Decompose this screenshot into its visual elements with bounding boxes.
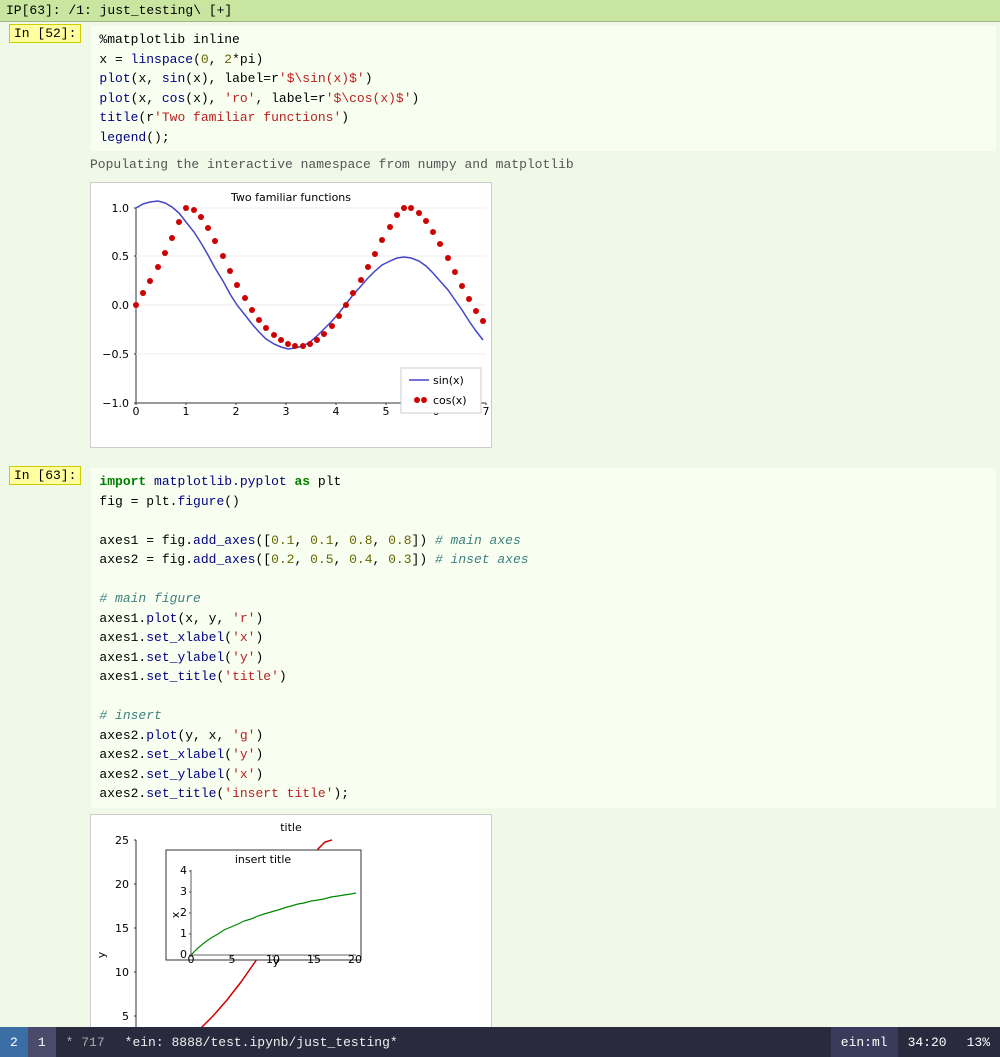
cell-label-52: In [52]: [3,24,87,153]
svg-text:0.0: 0.0 [112,299,130,312]
svg-text:−1.0: −1.0 [102,397,129,410]
chart2: title y x 0 5 10 [90,814,492,1028]
svg-text:sin(x): sin(x) [433,374,464,387]
svg-text:0.5: 0.5 [112,250,130,263]
svg-text:5: 5 [229,953,236,966]
status-percent: 13% [957,1027,1000,1057]
svg-text:20: 20 [348,953,362,966]
svg-text:4: 4 [333,405,340,418]
svg-text:0: 0 [133,405,140,418]
status-mode-num2: 1 [28,1027,56,1057]
chart1: Two familiar functions 1.0 0.5 [90,182,492,448]
svg-text:insert title: insert title [235,853,292,866]
status-position: 34:20 [898,1027,957,1057]
chart2-title: title [280,821,302,834]
svg-text:y: y [95,951,108,958]
status-bar: 2 1 * 717 *ein: 8888/test.ipynb/just_tes… [0,1027,1000,1057]
svg-text:3: 3 [180,885,187,898]
title-text: IP[63]: /1: just_testing\ [+] [6,3,232,18]
svg-text:1: 1 [180,927,187,940]
svg-text:2: 2 [233,405,240,418]
svg-text:25: 25 [115,834,129,847]
cell-label-63: In [63]: [3,466,87,810]
svg-text:4: 4 [180,864,187,877]
svg-text:1.0: 1.0 [112,202,130,215]
svg-text:10: 10 [115,966,129,979]
cell-content-52[interactable]: %matplotlib inline x = linspace(0, 2*pi)… [87,24,1000,153]
chart1-svg: Two familiar functions 1.0 0.5 [91,183,491,443]
svg-text:15: 15 [307,953,321,966]
svg-text:20: 20 [115,878,129,891]
code-block-52: %matplotlib inline x = linspace(0, 2*pi)… [91,26,996,151]
svg-text:−0.5: −0.5 [102,348,129,361]
status-indicator: * 717 [56,1027,115,1057]
svg-text:7: 7 [483,405,490,418]
status-mode-num1: 2 [0,1027,28,1057]
svg-text:2: 2 [180,906,187,919]
svg-text:5: 5 [122,1010,129,1023]
status-filename: *ein: 8888/test.ipynb/just_testing* [115,1027,831,1057]
cell-content-63[interactable]: import matplotlib.pyplot as plt fig = pl… [87,466,1000,810]
svg-text:5: 5 [383,405,390,418]
svg-text:1: 1 [183,405,190,418]
code-block-63: import matplotlib.pyplot as plt fig = pl… [91,468,996,808]
svg-text:3: 3 [283,405,290,418]
title-bar: IP[63]: /1: just_testing\ [+] [0,0,1000,22]
svg-text:15: 15 [115,922,129,935]
svg-text:10: 10 [266,953,280,966]
chart2-svg: title y x 0 5 10 [91,815,491,1028]
chart2-container: title y x 0 5 10 [0,812,1000,1028]
cell-52: In [52]: %matplotlib inline x = linspace… [0,22,1000,155]
notebook[interactable]: In [52]: %matplotlib inline x = linspace… [0,22,1000,1027]
chart1-container: Two familiar functions 1.0 0.5 [0,180,1000,456]
svg-text:cos(x): cos(x) [433,394,467,407]
output-text-52: Populating the interactive namespace fro… [0,155,1000,180]
svg-text:0: 0 [180,948,187,961]
cell-63: In [63]: import matplotlib.pyplot as plt… [0,464,1000,812]
status-mode: ein:ml [831,1027,898,1057]
chart1-title: Two familiar functions [230,191,351,204]
